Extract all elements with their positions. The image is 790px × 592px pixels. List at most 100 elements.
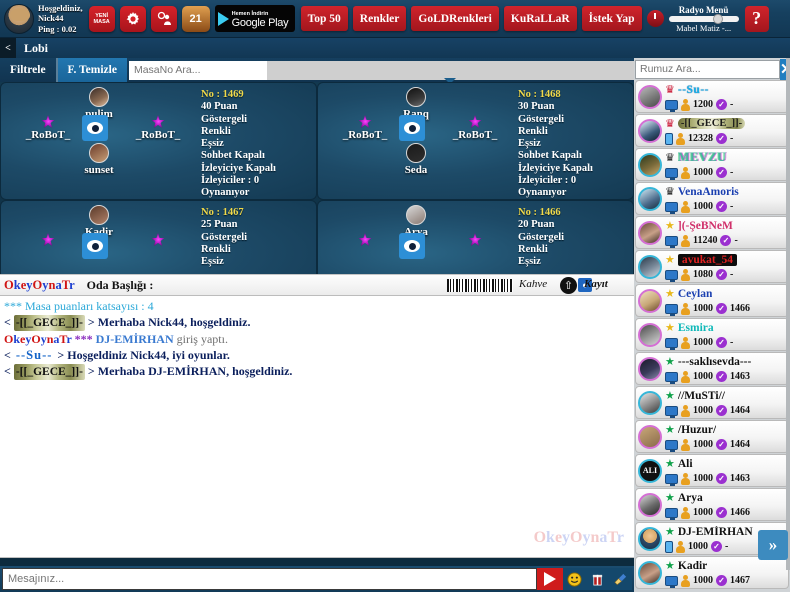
online-count-badge[interactable]: 21 [181,5,210,32]
goldrenkleri-button[interactable]: GoLDRenkleri [411,6,499,31]
gear-people-icon[interactable] [150,5,177,32]
nickname-search-input[interactable] [635,59,780,79]
chat-nickname[interactable]: -[[_GECE_]]- [13,315,85,331]
gift-icon[interactable] [586,568,609,590]
table-seat-bottom[interactable]: Seda [378,143,454,176]
help-button[interactable]: ? [744,5,769,32]
monitor-icon [665,371,678,384]
game-table[interactable]: pulim _RoBoT_ _RoBoT_ sunset No : 1469 4… [0,82,317,200]
table-seat-right[interactable] [436,233,514,247]
crown-red-icon: ♛ [665,84,675,96]
list-item[interactable]: ♛ VenaAmoris 1000 ✓ - [635,182,789,215]
renkler-button[interactable]: Renkler [352,6,407,31]
chat-nickname[interactable]: --Su-- [14,347,55,363]
google-play-text: Hemen İndirin Google Play [232,10,289,29]
table-search-input[interactable] [128,60,267,80]
game-table[interactable]: Ranq _RoBoT_ _RoBoT_ Seda No : 1468 30 P… [317,82,634,200]
avatar: ALI [638,458,662,483]
top50-button[interactable]: Top 50 [300,6,348,31]
watch-eye-icon[interactable] [82,233,108,259]
chat-message-text: giriş yaptı. [176,332,228,346]
user-points: 1000 [693,337,713,348]
table-unique: Eşsiz [201,138,224,150]
table-seat-bottom[interactable]: sunset [61,143,137,176]
user-list[interactable]: ♛ --Su-- 1200 ✓ - ♛ -[[_GECE_]]- 12328 ✓ - ♛ MEVZU 1… [634,80,790,592]
smiley-icon[interactable] [563,568,586,590]
avatar[interactable] [4,3,34,34]
person-icon [681,166,690,179]
monitor-icon [665,269,678,282]
list-item[interactable]: ★ Kadir 1000 ✓ 1467 [635,556,789,589]
table-seat-right[interactable] [119,233,197,247]
list-item[interactable]: ★ ---saklısevda--- 1000 ✓ 1463 [635,352,789,385]
monitor-icon [665,405,678,418]
send-button[interactable] [537,568,563,590]
list-item[interactable]: ★](-ŞeBNeM 11240 ✓ - [635,216,789,249]
gear-icon[interactable] [119,5,146,32]
radio-power-icon[interactable] [646,10,664,27]
google-play-button[interactable]: Hemen İndirin Google Play [214,5,295,32]
message-input[interactable] [2,568,537,590]
watch-eye-icon[interactable] [399,233,425,259]
list-item[interactable]: ★ Ceylan 1000 ✓ 1466 [635,284,789,317]
table-seat-left[interactable]: _RoBoT_ [9,115,87,141]
table-status: Oynanıyor [201,187,250,199]
chat-nickname[interactable]: -[[_GECE_]]- [13,364,85,380]
upload-arrow-icon[interactable]: ⇧ [560,277,577,294]
table-colored: Renkli [518,243,548,255]
list-item[interactable]: ♛ -[[_GECE_]]- 12328 ✓ - [635,114,789,147]
verified-icon: ✓ [716,337,727,348]
list-item[interactable]: ★ Esmira 1000 ✓ - [635,318,789,351]
list-item[interactable]: ALI ★ Ali 1000 ✓ 1463 [635,454,789,487]
table-seat-left[interactable] [326,233,404,247]
star-green-icon: ★ [665,492,675,504]
room-title-label: Oda Başlığı : [86,277,154,292]
list-item[interactable]: ★ Arya 1000 ✓ 1466 [635,488,789,521]
chat-header: OkeyOynaTr Oda Başlığı : Kahve ⇧ ● Kayıt [0,274,634,296]
chat-suffix: > [57,348,65,362]
istek-yap-button[interactable]: İstek Yap [581,6,642,31]
watch-eye-icon[interactable] [399,115,425,141]
chat-prefix: < [4,348,11,362]
kahve-label: Kahve [519,278,548,290]
table-chat-state: Sohbet Kapalı [201,150,265,162]
list-item[interactable]: ♛ MEVZU 1000 ✓ - [635,148,789,181]
table-seat-right[interactable]: _RoBoT_ [436,115,514,141]
chat-message: < --Su-- > Hoşgeldiniz Nick44, iyi oyunl… [4,347,630,363]
chat-prefix: < [4,364,11,378]
game-table[interactable]: Arya No : 1466 20 Puan Göstergeli Renkli… [317,200,634,274]
chat-nickname[interactable]: DJ-EMİRHAN [96,332,174,346]
table-seat-left[interactable] [9,233,87,247]
radio-menu[interactable]: Radyo Menü Mabel Matiz -... [646,5,741,33]
avatar [638,84,662,109]
verified-icon: ✓ [716,473,727,484]
user-list-scrollbar[interactable] [786,58,790,570]
person-icon [681,302,690,315]
user-points: 1000 [693,201,713,212]
watch-eye-icon[interactable] [82,115,108,141]
list-item[interactable]: ★//MuSTi// 1000 ✓ 1464 [635,386,789,419]
radio-volume-thumb[interactable] [712,13,723,24]
game-table[interactable]: Kadir No : 1467 25 Puan Göstergeli Renkl… [0,200,317,274]
new-table-button[interactable]: YENİ MASA [88,5,115,32]
broom-icon[interactable] [609,568,632,590]
next-page-button[interactable]: » [758,530,788,560]
person-icon [681,234,690,247]
table-seat-left[interactable]: _RoBoT_ [326,115,404,141]
list-item[interactable]: ★ avukat_54 1080 ✓ - [635,250,789,283]
kurallar-button[interactable]: KuRaLLaR [503,6,577,31]
table-seat-right[interactable]: _RoBoT_ [119,115,197,141]
filter-button[interactable]: Filtrele [0,58,56,82]
user-points: 1200 [693,99,713,110]
avatar [638,424,662,449]
user-points: 1000 [693,575,713,586]
back-button[interactable]: < [0,38,16,58]
verified-icon: ✓ [716,371,727,382]
radio-volume-slider[interactable] [668,13,739,24]
list-item[interactable]: ★/Huzur/1000 ✓ 1464 [635,420,789,453]
chat-messages[interactable]: *** Masa puanları katsayısı : 4 < -[[_GE… [0,296,634,558]
welcome-nickname: Nick44 [38,13,64,24]
list-item[interactable]: ♛ --Su-- 1200 ✓ - [635,80,789,113]
clear-filter-button[interactable]: F. Temizle [55,58,127,82]
verified-icon: ✓ [716,575,727,586]
